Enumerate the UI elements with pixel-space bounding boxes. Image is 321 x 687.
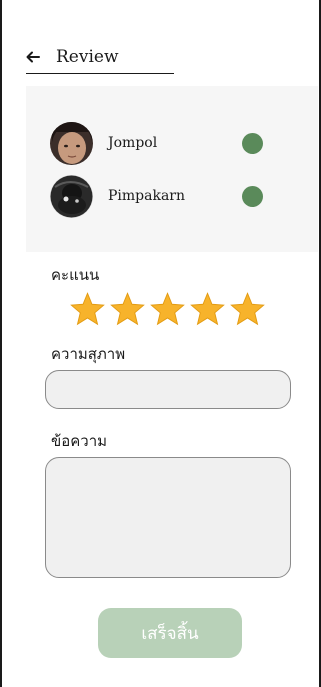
- politeness-input-box: [45, 370, 291, 409]
- user-name: Jompol: [108, 135, 158, 151]
- star-icon[interactable]: [149, 291, 186, 328]
- star-rating[interactable]: [69, 291, 266, 328]
- status-dot: [242, 186, 263, 207]
- users-panel: Jompol Pimpakarn: [26, 86, 318, 252]
- message-label: ข้อความ: [51, 432, 108, 450]
- user-name: Pimpakarn: [108, 188, 186, 204]
- message-input-box: [45, 457, 291, 578]
- avatar: [50, 174, 93, 218]
- message-textarea[interactable]: [46, 458, 290, 577]
- header: Review: [26, 40, 174, 74]
- page-title: Review: [56, 46, 119, 67]
- user-row[interactable]: Jompol: [50, 121, 300, 165]
- finish-button[interactable]: เสร็จสิ้น: [98, 608, 242, 658]
- avatar: [50, 121, 93, 165]
- rating-label: คะแนน: [51, 266, 100, 284]
- star-icon[interactable]: [189, 291, 226, 328]
- star-icon[interactable]: [69, 291, 106, 328]
- user-row[interactable]: Pimpakarn: [50, 174, 300, 218]
- star-icon[interactable]: [109, 291, 146, 328]
- star-icon[interactable]: [229, 291, 266, 328]
- politeness-label: ความสุภาพ: [51, 345, 126, 363]
- back-arrow-icon[interactable]: [26, 48, 44, 66]
- politeness-input[interactable]: [46, 371, 290, 408]
- status-dot: [242, 133, 263, 154]
